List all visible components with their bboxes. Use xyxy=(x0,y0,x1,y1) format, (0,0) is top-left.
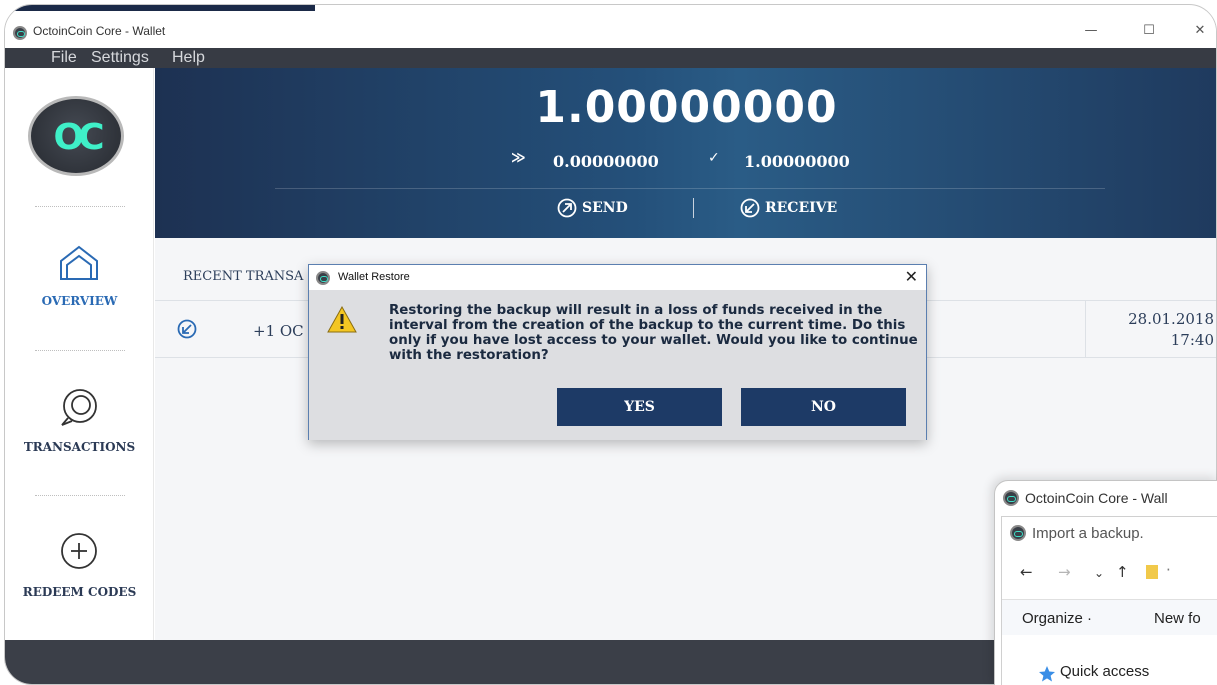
header-button-separator xyxy=(693,198,694,218)
folder-icon xyxy=(1146,565,1158,579)
app-logo-icon xyxy=(316,271,330,285)
menu-help[interactable]: Help xyxy=(172,49,205,67)
menu-settings[interactable]: Settings xyxy=(91,49,149,67)
file-window-title: OctoinCoin Core - Wall xyxy=(1025,490,1168,506)
incoming-arrow-icon xyxy=(177,319,197,339)
no-button[interactable]: NO xyxy=(741,388,906,426)
sidebar-divider xyxy=(35,206,125,207)
app-logo-icon xyxy=(1010,525,1026,541)
sidebar-item-label: OVERVIEW xyxy=(41,294,118,308)
send-label: SEND xyxy=(582,200,628,216)
transaction-date-cell: 28.01.2018 17:40 xyxy=(1085,301,1216,357)
chevron-down-icon[interactable]: ⌄ xyxy=(1094,566,1104,580)
app-logo-icon xyxy=(13,26,27,40)
app-logo-icon xyxy=(1003,490,1019,506)
organize-button[interactable]: Organize · xyxy=(1022,610,1092,627)
checkmark-icon: ✓ xyxy=(708,150,720,166)
sidebar-divider xyxy=(35,495,125,496)
double-chevron-down-icon: ≫ xyxy=(511,150,526,166)
transaction-date-text: 28.01.2018 xyxy=(1128,310,1214,328)
available-balance: 1.00000000 xyxy=(744,152,850,171)
sidebar-item-overview[interactable]: OVERVIEW xyxy=(5,243,154,323)
dialog-body: Restoring the backup will result in a lo… xyxy=(309,290,926,440)
file-dialog: Import a backup. ← → ⌄ ↑ · Organize · Ne… xyxy=(1001,516,1217,685)
total-balance: 1.00000000 xyxy=(535,82,838,133)
sidebar: OC OVERVIEW TRANSACTIONS REDEEM CODES xyxy=(5,68,154,640)
forward-arrow-icon[interactable]: → xyxy=(1058,563,1071,581)
sidebar-item-transactions[interactable]: TRANSACTIONS xyxy=(5,388,154,468)
new-folder-button[interactable]: New fo xyxy=(1154,610,1201,627)
sidebar-item-redeem-codes[interactable]: REDEEM CODES xyxy=(5,530,154,610)
pending-balance: 0.00000000 xyxy=(553,152,659,171)
plus-circle-icon xyxy=(61,533,97,569)
receive-label: RECEIVE xyxy=(765,200,838,216)
menu-bar: File Settings Help xyxy=(5,48,1216,68)
window-title: OctoinCoin Core - Wallet xyxy=(33,24,166,38)
wallet-restore-dialog: Wallet Restore ✕ Restoring the backup wi… xyxy=(308,264,927,440)
path-dropdown-icon[interactable]: · xyxy=(1166,561,1171,579)
transaction-amount: +1 OC xyxy=(253,322,304,340)
sidebar-item-label: REDEEM CODES xyxy=(22,585,137,599)
receive-arrow-icon xyxy=(740,198,760,218)
dialog-title: Wallet Restore xyxy=(338,271,410,283)
house-icon xyxy=(60,245,98,280)
search-bubble-icon xyxy=(61,389,97,426)
transaction-date: 28.01.2018 17:40 xyxy=(1128,309,1214,351)
header-divider xyxy=(275,188,1105,189)
file-dialog-title: Import a backup. xyxy=(1032,525,1144,542)
star-icon xyxy=(1039,666,1055,682)
minimize-button[interactable]: — xyxy=(1071,19,1111,43)
up-arrow-icon[interactable]: ↑ xyxy=(1116,563,1129,581)
close-button[interactable]: ✕ xyxy=(1180,19,1216,43)
file-toolbar: Organize · New fo xyxy=(1002,599,1217,635)
transaction-time-text: 17:40 xyxy=(1170,331,1214,349)
dialog-close-button[interactable]: ✕ xyxy=(905,267,918,286)
send-arrow-icon xyxy=(557,198,577,218)
balance-header: 1.00000000 ≫ 0.00000000 ✓ 1.00000000 SEN… xyxy=(155,68,1216,238)
import-backup-window: OctoinCoin Core - Wall Import a backup. … xyxy=(994,480,1217,685)
dialog-title-bar: Wallet Restore ✕ xyxy=(309,265,926,290)
maximize-button[interactable]: ☐ xyxy=(1129,19,1169,43)
receive-button[interactable]: RECEIVE xyxy=(740,198,837,218)
title-bar: OctoinCoin Core - Wallet — ☐ ✕ xyxy=(5,11,1216,48)
sidebar-divider xyxy=(35,350,125,351)
dialog-message: Restoring the backup will result in a lo… xyxy=(389,303,918,363)
quick-access-item[interactable]: Quick access xyxy=(1060,663,1149,680)
recent-transactions-title: RECENT TRANSA xyxy=(183,269,304,284)
send-button[interactable]: SEND xyxy=(557,198,628,218)
sidebar-item-label: TRANSACTIONS xyxy=(23,440,136,454)
yes-button[interactable]: YES xyxy=(557,388,722,426)
menu-file[interactable]: File xyxy=(51,49,77,67)
back-arrow-icon[interactable]: ← xyxy=(1020,563,1033,581)
warning-icon xyxy=(327,306,357,333)
octoin-logo: OC xyxy=(28,96,124,176)
logo-text: OC xyxy=(53,117,104,158)
